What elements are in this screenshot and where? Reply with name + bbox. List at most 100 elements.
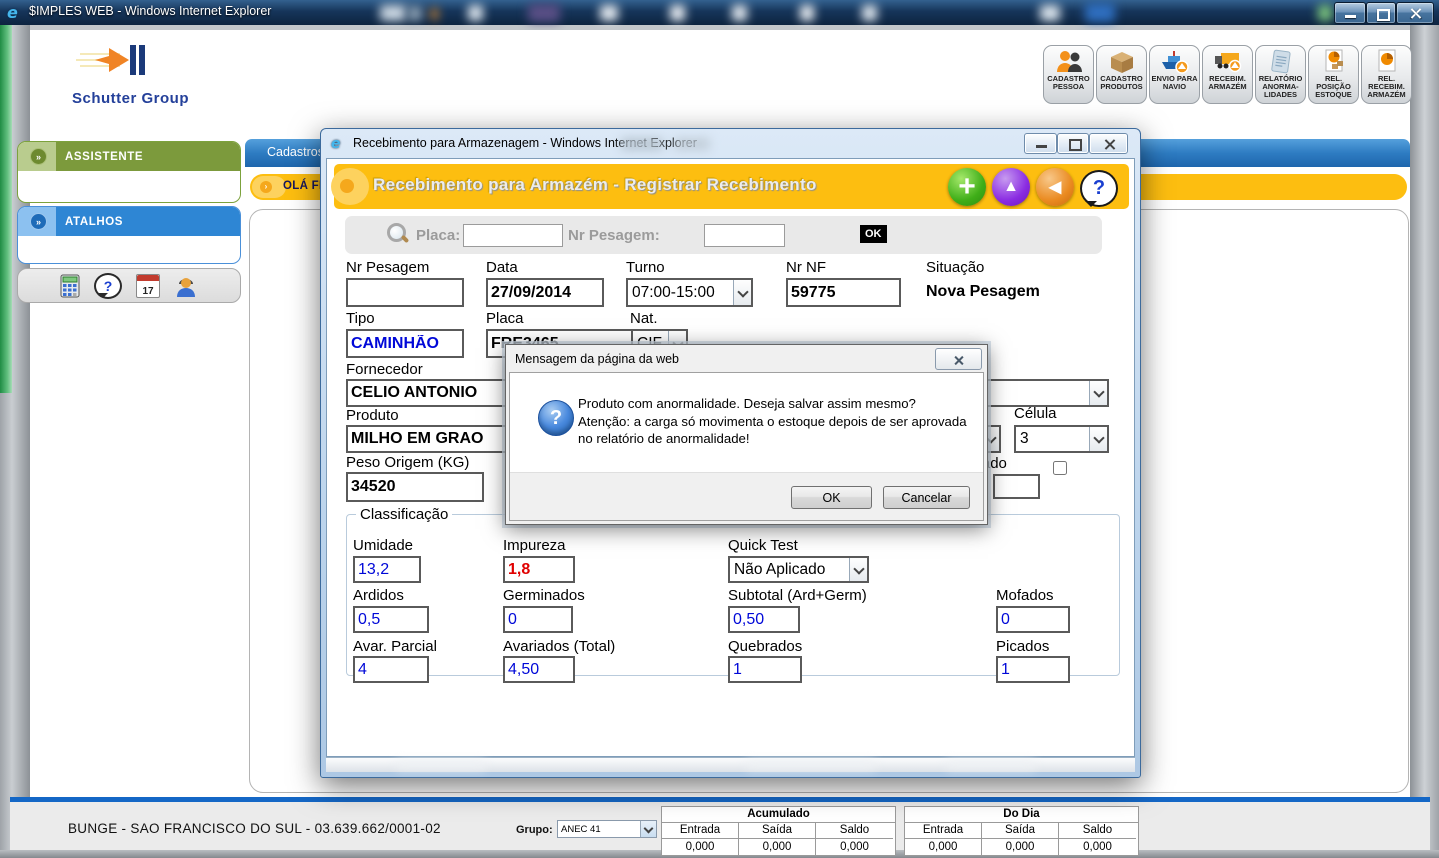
toolbar-cadastro-pessoa[interactable]: CADASTRO PESSOA [1043,45,1094,104]
nr-nf-input[interactable] [786,278,901,307]
dialog-title: Mensagem da página da web [515,352,679,366]
classificacao-fieldset: Classificação Umidade Impureza Quick Tes… [346,506,1120,676]
grupo-select[interactable]: ANEC 41 [557,820,657,838]
dialog-message-line2: Atenção: a carga só movimenta o estoque … [578,413,968,448]
blurred-item [732,5,747,21]
situacao-label: Situação [926,259,984,276]
blurred-item [380,5,406,21]
col-header: Saída [739,823,816,839]
fugado-checkbox[interactable] [1053,461,1067,475]
calculator-icon[interactable] [60,274,80,298]
grupo-value: ANEC 41 [561,824,601,835]
toolbar-rel-posicao-estoque[interactable]: REL. POSIÇÃO ESTOQUE [1308,45,1359,104]
sidebar-tray: ? 17 [17,268,241,303]
modal-minimize-button[interactable] [1024,133,1057,154]
nr-nf-label: Nr NF [786,259,826,276]
menu-cadastros[interactable]: Cadastros [267,145,324,159]
calendar-icon[interactable]: 17 [136,274,160,298]
modal-maximize-button[interactable] [1057,133,1089,154]
avar-parcial-input[interactable] [353,656,429,683]
cell-value: 0,000 [739,839,816,855]
upload-button[interactable]: ▲ [992,168,1030,206]
atalhos-header[interactable]: » ATALHOS [18,207,240,236]
chevron-down-icon[interactable] [1089,381,1107,405]
turno-label: Turno [626,259,665,276]
schutter-logo: Schutter Group [72,45,189,107]
back-button[interactable]: ◀ [1036,168,1074,206]
search-pesagem-label: Nr Pesagem: [568,227,660,244]
celula-select[interactable]: 3 [1014,425,1109,453]
toolbar-envio-navio[interactable]: ENVIO PARA NAVIO [1149,45,1200,104]
peso-origem-input[interactable] [346,472,484,502]
blurred-item [600,5,618,21]
blurred-item [408,6,422,21]
umidade-input[interactable] [353,556,421,583]
close-button[interactable] [1396,2,1434,24]
question-mark-icon: ? [538,400,574,436]
tipo-input[interactable] [346,329,464,358]
help-button[interactable]: ? [1080,170,1118,207]
atalhos-panel[interactable]: » ATALHOS [17,206,241,264]
picados-input[interactable] [996,656,1070,683]
minimize-button[interactable] [1334,2,1366,24]
data-input[interactable] [486,278,604,307]
quick-test-select[interactable]: Não Aplicado [728,556,869,583]
user-icon[interactable] [174,274,198,298]
schutter-logo-mark [72,45,182,85]
dialog-cancel-button[interactable]: Cancelar [883,486,970,509]
ie-icon: e [331,135,341,152]
toolbar-cadastro-produtos[interactable]: CADASTRO PRODUTOS [1096,45,1147,104]
acumulado-table: Acumulado Entrada Saída Saldo 0,000 0,00… [661,806,896,856]
assistente-header[interactable]: » ASSISTENTE [18,142,240,171]
dialog-ok-button[interactable]: OK [791,486,872,509]
avariados-input[interactable] [503,656,575,683]
toolbar-relatorio-anormalidades[interactable]: RELATÓRIO ANORMA- LIDADES [1255,45,1306,104]
germinados-input[interactable] [503,606,573,633]
main-titlebar: e $IMPLES WEB - Windows Internet Explore… [0,0,1439,25]
subtotal-input[interactable] [728,606,800,633]
logo-text: Schutter Group [72,90,189,107]
impureza-input[interactable] [503,556,575,583]
toolbar-recebim-armazem[interactable]: RECEBIM. ARMAZÉM [1202,45,1253,104]
chevron-down-icon[interactable] [849,558,867,581]
aux-input[interactable] [993,474,1040,499]
toolbar-label: CADASTRO PESSOA [1045,75,1092,91]
col-header: Entrada [662,823,739,839]
modal-close-button[interactable] [1089,133,1128,154]
turno-value: 07:00-15:00 [632,284,715,302]
toolbar-rel-recebim-armazem[interactable]: REL. RECEBIM. ARMAZÉM [1361,45,1412,104]
do-dia-title: Do Dia [905,807,1138,823]
report-icon [1266,48,1296,74]
add-button[interactable]: + [948,168,986,206]
col-header: Saldo [816,823,893,839]
mofados-input[interactable] [996,606,1070,633]
quebrados-input[interactable] [728,656,802,683]
blurred-item [468,5,483,21]
assistente-panel[interactable]: » ASSISTENTE [17,141,241,203]
search-ok-button[interactable]: OK [860,225,887,243]
chevron-down-icon[interactable] [733,280,751,305]
celula-value: 3 [1020,430,1029,448]
search-placa-input[interactable] [463,224,563,247]
search-placa-label: Placa: [416,227,460,244]
toolbar-label: ENVIO PARA NAVIO [1151,75,1198,91]
blurred-item [670,5,685,21]
dialog-body: ? Produto com anormalidade. Deseja salva… [509,372,984,521]
search-pesagem-input[interactable] [704,224,785,247]
dialog-close-button[interactable] [935,348,982,370]
bottom-statusbar: BUNGE - SAO FRANCISCO DO SUL - 03.639.66… [10,802,1430,850]
screen: e $IMPLES WEB - Windows Internet Explore… [0,0,1439,858]
blurred-item [1085,3,1115,22]
chevron-down-icon[interactable] [640,821,656,837]
maximize-button[interactable] [1366,2,1396,24]
peso-origem-label: Peso Origem (KG) [346,454,469,471]
blurred-item [396,761,486,769]
chevron-down-icon[interactable] [1089,427,1107,451]
germinados-label: Germinados [503,587,585,604]
help-icon[interactable]: ? [94,273,122,299]
modal-statusbar [326,757,1135,772]
ardidos-input[interactable] [353,606,429,633]
nr-pesagem-input[interactable] [346,278,464,307]
turno-select[interactable]: 07:00-15:00 [626,278,753,307]
search-icon [387,223,409,245]
